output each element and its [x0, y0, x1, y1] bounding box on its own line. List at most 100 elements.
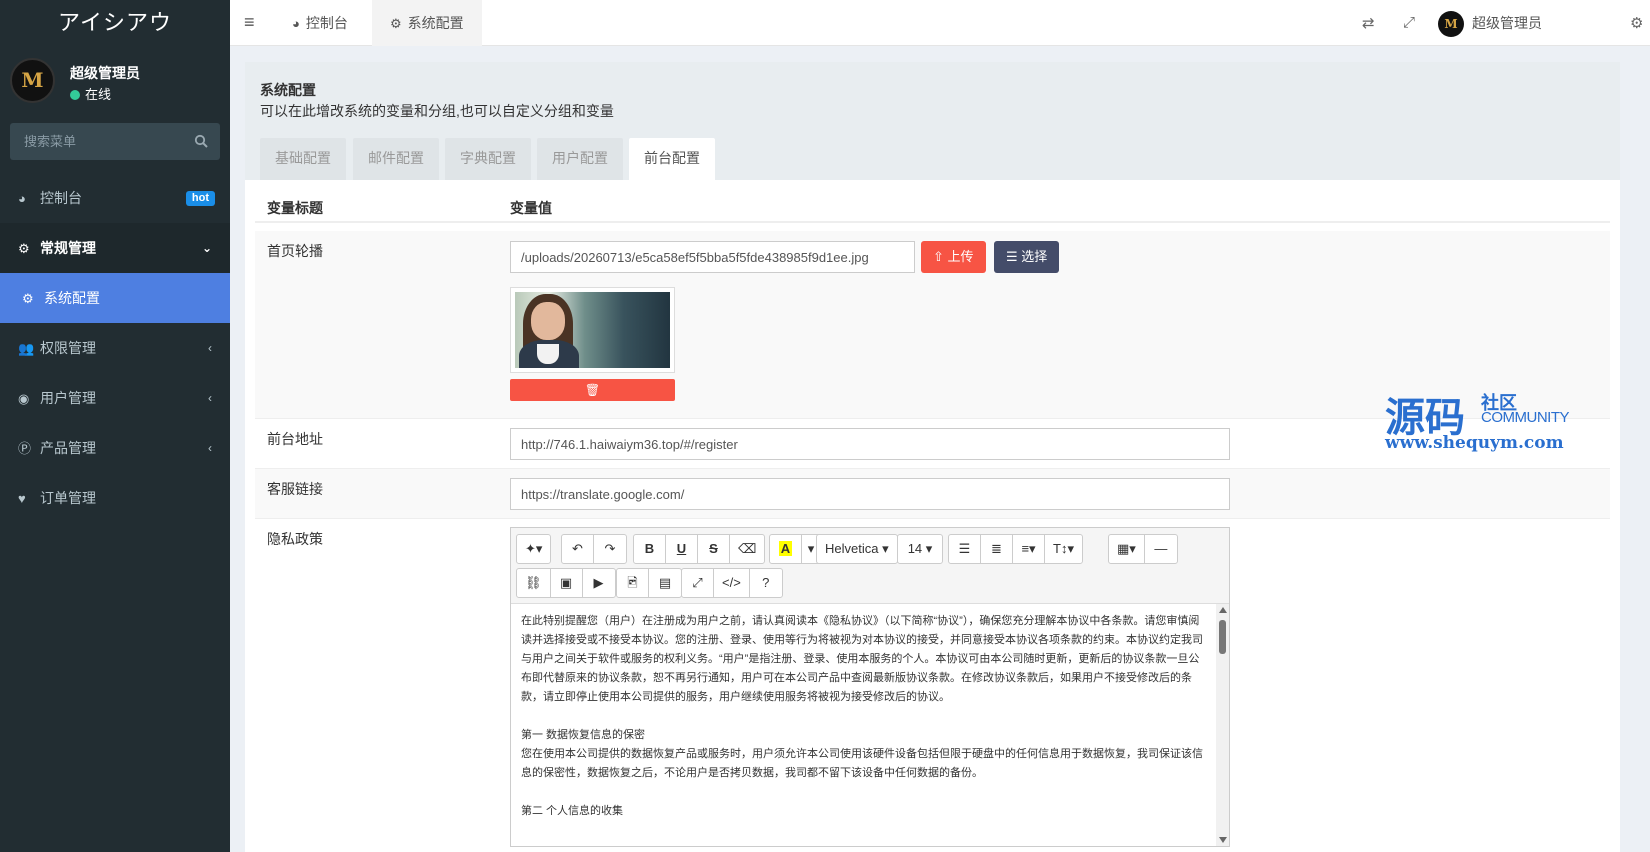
horizontal-rule-icon[interactable]: —: [1145, 535, 1177, 563]
undo-icon[interactable]: ↶: [562, 535, 594, 563]
editor-toolbar: ✦▾ ↶ ↷ B U S ⌫ A ▾ Helvetica ▾ 14 ▾ ☰ ≣ …: [511, 528, 1229, 604]
sidebar-item-label: 权限管理: [40, 340, 96, 356]
top-right-tools: ⇄ ⤢ M 超级管理员 ⚙: [1330, 0, 1650, 46]
table-header: 变量标题 变量值: [255, 190, 1610, 223]
avatar: M: [10, 58, 55, 103]
trash-icon: 🗑: [584, 383, 601, 397]
tab-frontend-config[interactable]: 前台配置: [629, 138, 715, 180]
online-dot-icon: [70, 90, 80, 100]
eraser-icon[interactable]: ⌫: [730, 535, 764, 563]
search-icon[interactable]: [194, 134, 208, 148]
font-name-group: Helvetica ▾: [816, 534, 898, 564]
user-circle-icon: ◉: [18, 391, 30, 406]
font-name-select[interactable]: Helvetica ▾: [817, 535, 897, 563]
view-group: ⤢ </> ?: [681, 568, 783, 598]
underline-icon[interactable]: U: [666, 535, 698, 563]
scroll-up-icon[interactable]: [1219, 607, 1227, 613]
bold-icon[interactable]: B: [634, 535, 666, 563]
editor-scrollbar[interactable]: [1216, 604, 1229, 846]
sidebar-item-dashboard[interactable]: ◕ 控制台 hot: [0, 173, 230, 223]
sidebar-item-label: 订单管理: [40, 490, 96, 506]
tab-dashboard[interactable]: ◕ 控制台: [274, 0, 366, 46]
dashboard-icon: ◕: [292, 16, 300, 31]
users-icon: 👥: [18, 341, 35, 356]
insert-group: ▦▾ —: [1108, 534, 1178, 564]
sidebar-item-general[interactable]: ⚙ 常规管理 ⌄: [0, 223, 230, 273]
fullscreen-icon[interactable]: ⤢: [682, 569, 714, 597]
sidebar-item-permissions[interactable]: 👥 权限管理 ‹: [0, 323, 230, 373]
video-icon[interactable]: ▶: [583, 569, 615, 597]
font-size-select[interactable]: 14 ▾: [898, 535, 942, 563]
sidebar-menu: ◕ 控制台 hot ⚙ 常规管理 ⌄ ⚙ 系统配置 👥 权限管理 ‹ ◉ 用户管理 ‹ Ⓟ…: [0, 173, 230, 523]
image-icon[interactable]: ▣: [551, 569, 583, 597]
tab-basic-config[interactable]: 基础配置: [260, 138, 346, 180]
tab-label: 系统配置: [407, 15, 464, 31]
sidebar-item-label: 用户管理: [40, 390, 96, 406]
tab-user-config[interactable]: 用户配置: [537, 138, 623, 180]
bullet-list-icon[interactable]: ☰: [949, 535, 981, 563]
delete-image-button[interactable]: 🗑: [510, 379, 675, 401]
help-icon[interactable]: ?: [750, 569, 782, 597]
link-icon[interactable]: ⛓: [517, 569, 551, 597]
service-link-input[interactable]: [510, 478, 1230, 510]
panel-header: 系统配置 可以在此增改系统的变量和分组,也可以自定义分组和变量 基础配置 邮件配…: [245, 62, 1620, 180]
col-value-header: 变量值: [510, 200, 552, 216]
file-icon[interactable]: ▤: [649, 569, 681, 597]
product-icon: Ⓟ: [18, 441, 32, 456]
code-view-icon[interactable]: </>: [714, 569, 750, 597]
app-title[interactable]: アイシアウ: [0, 0, 230, 46]
avatar[interactable]: M: [1438, 11, 1464, 37]
tab-dictionary-config[interactable]: 字典配置: [445, 138, 531, 180]
strikethrough-icon[interactable]: S: [698, 535, 730, 563]
redo-icon[interactable]: ↷: [594, 535, 626, 563]
sidebar-item-products[interactable]: Ⓟ 产品管理 ‹: [0, 423, 230, 473]
user-name[interactable]: 超级管理员: [1472, 0, 1542, 46]
menu-search-input[interactable]: [10, 123, 180, 160]
table-row: 客服链接: [255, 469, 1610, 519]
editor-paragraph: 第二 个人信息的收集: [521, 805, 624, 817]
table-row: 隐私政策 ✦▾ ↶ ↷ B U S ⌫ A ▾ Helvetica ▾ 14 ▾…: [255, 519, 1610, 852]
align-icon[interactable]: ≡▾: [1013, 535, 1045, 563]
scroll-thumb[interactable]: [1219, 620, 1226, 654]
menu-search: [10, 123, 220, 160]
translate-icon[interactable]: ⇄: [1362, 14, 1375, 32]
watermark-logo: 源码 社区 COMMUNITY www.shequym.com: [1385, 385, 1585, 455]
upload-label: 上传: [947, 249, 974, 264]
text-color-icon[interactable]: A: [770, 535, 802, 563]
tab-system-config[interactable]: ⚙ 系统配置: [372, 0, 482, 46]
gear-icon: ⚙: [390, 16, 402, 31]
upload-button[interactable]: ⇧ 上传: [921, 241, 986, 273]
editor-paragraph: 第一 数据恢复信息的保密: [521, 729, 646, 741]
picture-file-icon[interactable]: 🖻: [617, 569, 649, 597]
sidebar-item-system-config[interactable]: ⚙ 系统配置: [0, 273, 230, 323]
line-height-icon[interactable]: T↕▾: [1045, 535, 1082, 563]
fullscreen-icon[interactable]: ⤢: [1403, 14, 1415, 31]
banner-thumbnail[interactable]: [510, 287, 675, 373]
sidebar-item-label: 控制台: [40, 190, 82, 206]
main-content: 系统配置 可以在此增改系统的变量和分组,也可以自定义分组和变量 基础配置 邮件配…: [245, 62, 1620, 852]
sidebar: アイシアウ M 超级管理员 在线 ◕ 控制台 hot ⚙ 常规管理 ⌄ ⚙ 系统配置 …: [0, 0, 230, 852]
menu-toggle-icon[interactable]: ≡: [244, 13, 260, 31]
chevron-left-icon: ‹: [208, 441, 212, 455]
list-icon: ☰: [1006, 249, 1022, 264]
style-group: ✦▾: [516, 534, 552, 564]
table-icon[interactable]: ▦▾: [1109, 535, 1145, 563]
numbered-list-icon[interactable]: ≣: [981, 535, 1013, 563]
banner-path-input[interactable]: [510, 241, 915, 273]
select-button[interactable]: ☰ 选择: [994, 241, 1060, 273]
editor-content[interactable]: 在此特别提醒您（用户）在注册成为用户之前，请认真阅读本《隐私协议》（以下简称“协…: [511, 604, 1216, 846]
format-group: B U S ⌫: [633, 534, 766, 564]
frontend-url-input[interactable]: [510, 428, 1230, 460]
sidebar-item-label: 产品管理: [40, 440, 96, 456]
watermark-community: COMMUNITY: [1481, 409, 1570, 426]
magic-icon[interactable]: ✦▾: [517, 535, 550, 563]
dashboard-icon: ◕: [18, 191, 26, 206]
scroll-down-icon[interactable]: [1219, 837, 1227, 843]
sidebar-item-users[interactable]: ◉ 用户管理 ‹: [0, 373, 230, 423]
user-panel: M 超级管理员 在线: [0, 46, 230, 110]
row-label: 前台地址: [267, 431, 323, 447]
settings-icon[interactable]: ⚙: [1630, 14, 1643, 32]
select-label: 选择: [1021, 249, 1048, 264]
tab-mail-config[interactable]: 邮件配置: [353, 138, 439, 180]
sidebar-item-orders[interactable]: ♥ 订单管理: [0, 473, 230, 523]
